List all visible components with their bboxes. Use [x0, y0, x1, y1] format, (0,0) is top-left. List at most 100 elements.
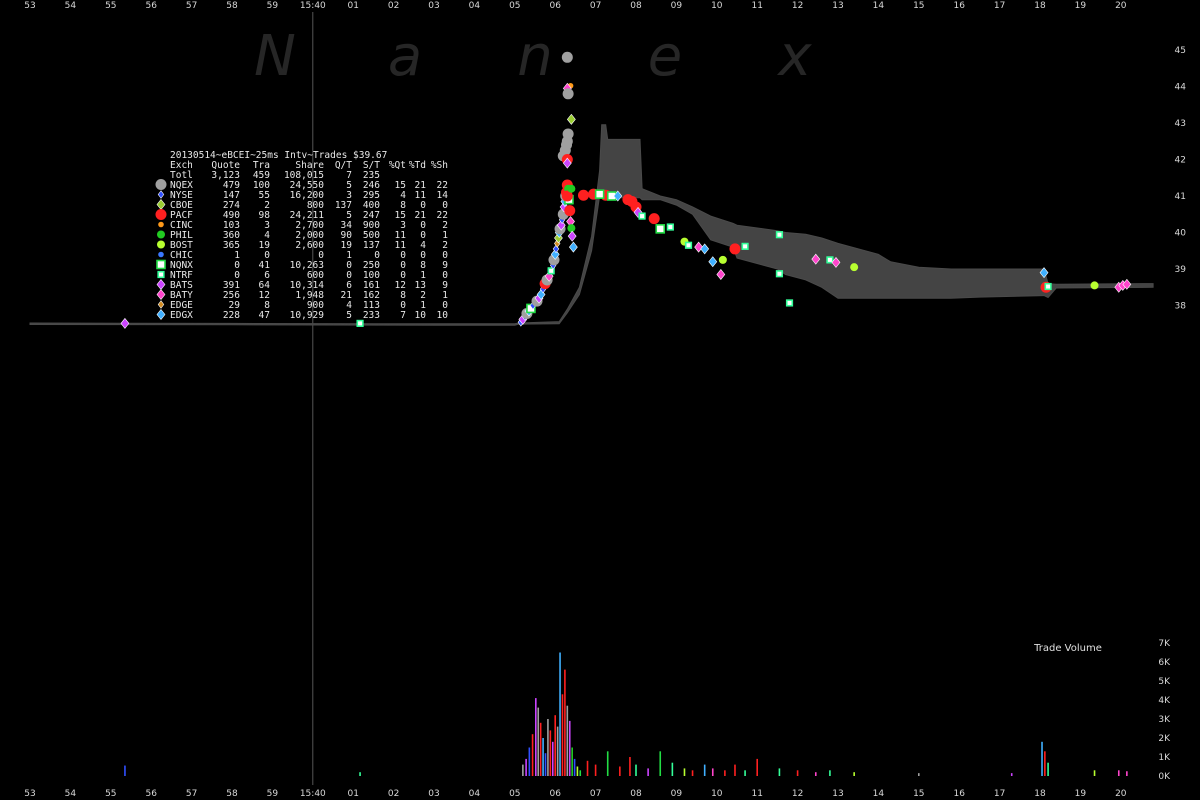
- volume-bar: [525, 758, 527, 776]
- x-tick-label-bottom: 56: [145, 789, 157, 799]
- volume-bar: [724, 770, 726, 776]
- volume-tick-label: 1K: [1158, 753, 1171, 763]
- volume-bar: [683, 768, 686, 776]
- x-tick-label-bottom: 15: [913, 789, 924, 799]
- trade-marker: [568, 241, 578, 253]
- trade-marker: [120, 317, 130, 329]
- trade-marker: [694, 241, 704, 253]
- trade-marker: [564, 205, 576, 217]
- legend-swatch: [157, 300, 165, 309]
- x-tick-label-top: 02: [388, 1, 399, 11]
- x-tick-label-bottom: 10: [711, 789, 723, 799]
- legend-swatch: [157, 190, 165, 199]
- trade-marker: [577, 189, 589, 201]
- trade-marker: [1044, 282, 1052, 291]
- x-tick-label-bottom: 53: [24, 789, 35, 799]
- legend-cell: 233: [363, 310, 380, 321]
- legend-title: 20130514~eBCEI~25ms Intv~Trades $39.67: [170, 150, 387, 161]
- x-tick-label-top: 58: [226, 1, 238, 11]
- volume-bar: [561, 694, 564, 776]
- trade-marker: [562, 88, 574, 100]
- watermark-letter: n: [517, 24, 553, 89]
- x-tick-label-bottom: 04: [469, 789, 481, 799]
- legend-cell: 228: [223, 310, 240, 321]
- y-tick-label: 40: [1175, 229, 1187, 239]
- x-tick-label-bottom: 12: [792, 789, 803, 799]
- volume-bar: [551, 741, 554, 776]
- x-tick-label-bottom: 58: [226, 789, 238, 799]
- legend-swatch: [156, 279, 166, 290]
- x-tick-label-bottom: 09: [671, 789, 683, 799]
- volume-tick-label: 7K: [1158, 639, 1171, 649]
- volume-title: Trade Volume: [1033, 643, 1102, 654]
- x-tick-label-bottom: 06: [549, 789, 561, 799]
- trade-marker: [684, 241, 693, 249]
- x-tick-label-top: 56: [145, 1, 157, 11]
- volume-bar: [703, 764, 706, 776]
- trade-marker: [561, 51, 573, 63]
- y-tick-label: 39: [1175, 265, 1187, 275]
- y-tick-label: 45: [1175, 46, 1186, 56]
- volume-bar: [571, 747, 573, 776]
- trade-marker: [566, 113, 576, 125]
- volume-bar: [528, 747, 531, 776]
- x-tick-label-top: 10: [711, 1, 723, 11]
- x-tick-label-top: 11: [751, 1, 762, 11]
- x-tick-label-bottom: 57: [186, 789, 197, 799]
- volume-bar: [564, 669, 566, 776]
- trade-marker: [666, 223, 674, 231]
- y-tick-label: 43: [1175, 119, 1186, 129]
- volume-bar: [124, 765, 126, 776]
- legend-swatch: [157, 270, 165, 279]
- trade-marker: [850, 263, 859, 272]
- x-tick-label-top: 17: [994, 1, 1005, 11]
- volume-bar: [1047, 762, 1049, 776]
- x-tick-label-bottom: 03: [428, 789, 439, 799]
- trade-marker: [729, 243, 741, 255]
- x-tick-label-top: 06: [549, 1, 561, 11]
- x-tick-label-bottom: 05: [509, 789, 520, 799]
- x-tick-label-top: 55: [105, 1, 116, 11]
- x-tick-label-bottom: 01: [347, 789, 358, 799]
- legend-header-cell: %Sh: [431, 160, 448, 171]
- volume-bar: [853, 772, 855, 776]
- volume-bar: [531, 734, 534, 776]
- x-tick-label-top: 01: [347, 1, 358, 11]
- legend-swatch: [155, 179, 167, 190]
- x-tick-label-top: 59: [267, 1, 279, 11]
- x-tick-label-bottom: 55: [105, 789, 116, 799]
- x-tick-label-top: 13: [832, 1, 843, 11]
- volume-bar: [1117, 770, 1120, 776]
- volume-bar: [559, 652, 561, 776]
- watermark-letter: e: [648, 24, 682, 89]
- x-tick-label-bottom: 13: [832, 789, 843, 799]
- watermark-letter: N: [254, 24, 296, 89]
- trade-marker: [638, 212, 646, 220]
- x-tick-label-bottom: 59: [267, 789, 279, 799]
- legend-swatch: [156, 289, 166, 300]
- x-tick-label-top: 54: [65, 1, 77, 11]
- x-tick-label-top: 16: [953, 1, 965, 11]
- legend-swatch: [156, 259, 166, 270]
- x-tick-label-top: 08: [630, 1, 642, 11]
- volume-tick-label: 0K: [1158, 772, 1171, 782]
- volume-bar: [554, 715, 556, 776]
- volume-bar: [778, 768, 781, 776]
- trade-marker: [1090, 281, 1099, 290]
- axes: 535354545555565657575858595915:4015:4001…: [24, 1, 1186, 799]
- volume-bar: [691, 770, 694, 776]
- volume-bar: [756, 758, 758, 776]
- volume-bar: [573, 758, 576, 776]
- trade-marker: [356, 319, 364, 327]
- x-tick-label-top: 14: [873, 1, 885, 11]
- volume-tick-label: 5K: [1158, 677, 1171, 687]
- legend-swatch: [158, 251, 164, 258]
- x-tick-label-bottom: 08: [630, 789, 642, 799]
- legend-exchange-name: EDGX: [170, 310, 193, 321]
- x-tick-label-bottom: 17: [994, 789, 1005, 799]
- watermark-letter: x: [776, 24, 812, 89]
- x-tick-label-bottom: 54: [65, 789, 77, 799]
- x-tick-label-top: 20: [1115, 1, 1127, 11]
- volume-bar: [829, 770, 831, 776]
- legend-cell: 7: [400, 310, 406, 321]
